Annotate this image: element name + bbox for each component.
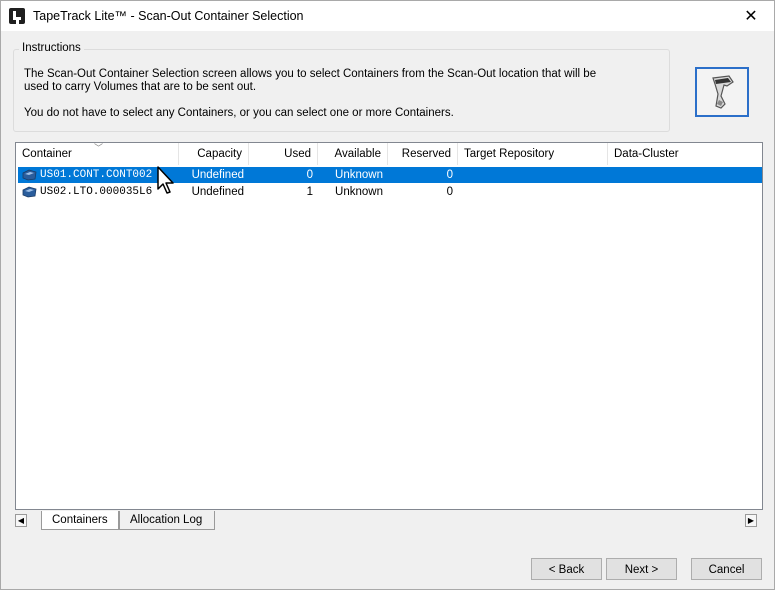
container-icon [22, 186, 37, 198]
tab-strip: ◀ Containers Allocation Log ▶ [15, 511, 763, 531]
cell-capacity: Undefined [191, 186, 244, 198]
table-row[interactable]: US02.LTO.000035L6 Undefined 1 Unknown 0 [18, 184, 762, 200]
scanner-button[interactable] [695, 67, 749, 117]
column-header-used[interactable]: Used [249, 143, 318, 165]
column-header-target-repository[interactable]: Target Repository [458, 143, 608, 165]
close-window-button[interactable]: ✕ [728, 1, 774, 31]
column-header-reserved[interactable]: Reserved [388, 143, 458, 165]
title-bar[interactable]: TapeTrack Lite™ - Scan-Out Container Sel… [1, 1, 774, 31]
column-header-available[interactable]: Available [318, 143, 388, 165]
column-header-capacity[interactable]: Capacity [179, 143, 249, 165]
tab-scroll-left-button[interactable]: ◀ [15, 514, 27, 527]
instructions-text-1: The Scan-Out Container Selection screen … [24, 68, 597, 93]
instructions-legend: Instructions [19, 42, 84, 54]
back-button[interactable]: < Back [531, 558, 602, 580]
cell-data-cluster [614, 167, 754, 183]
cell-available: Unknown [335, 186, 383, 198]
column-header-data-cluster[interactable]: Data-Cluster [608, 143, 762, 165]
cell-reserved: 0 [446, 186, 453, 198]
cell-available: Unknown [335, 169, 383, 181]
column-header-container[interactable]: Container [16, 143, 179, 165]
cell-target-repository [464, 167, 604, 183]
tab-scroll-right-button[interactable]: ▶ [745, 514, 757, 527]
instructions-group: The Scan-Out Container Selection screen … [13, 49, 670, 132]
instructions-text-2: You do not have to select any Containers… [24, 107, 454, 119]
mouse-pointer-icon [157, 166, 174, 194]
containers-listview[interactable]: ﹀ Container Capacity Used Available Rese… [15, 142, 763, 510]
cell-capacity: Undefined [191, 169, 244, 181]
cell-target-repository [464, 184, 604, 200]
listview-header: ﹀ Container Capacity Used Available Rese… [16, 143, 762, 165]
tab-allocation-log[interactable]: Allocation Log [119, 511, 215, 530]
tab-containers[interactable]: Containers [41, 511, 119, 530]
cell-used: 0 [306, 169, 313, 181]
container-icon [22, 169, 37, 181]
next-button[interactable]: Next > [606, 558, 677, 580]
cell-data-cluster [614, 184, 754, 200]
table-row[interactable]: US01.CONT.CONT002 Undefined 0 Unknown 0 [18, 167, 762, 183]
cell-reserved: 0 [446, 169, 453, 181]
tapetrack-app-icon [9, 8, 25, 24]
wizard-window: TapeTrack Lite™ - Scan-Out Container Sel… [0, 0, 775, 590]
cancel-button[interactable]: Cancel [691, 558, 762, 580]
window-title: TapeTrack Lite™ - Scan-Out Container Sel… [33, 9, 304, 23]
barcode-scanner-icon [712, 75, 734, 109]
cell-used: 1 [306, 186, 313, 198]
